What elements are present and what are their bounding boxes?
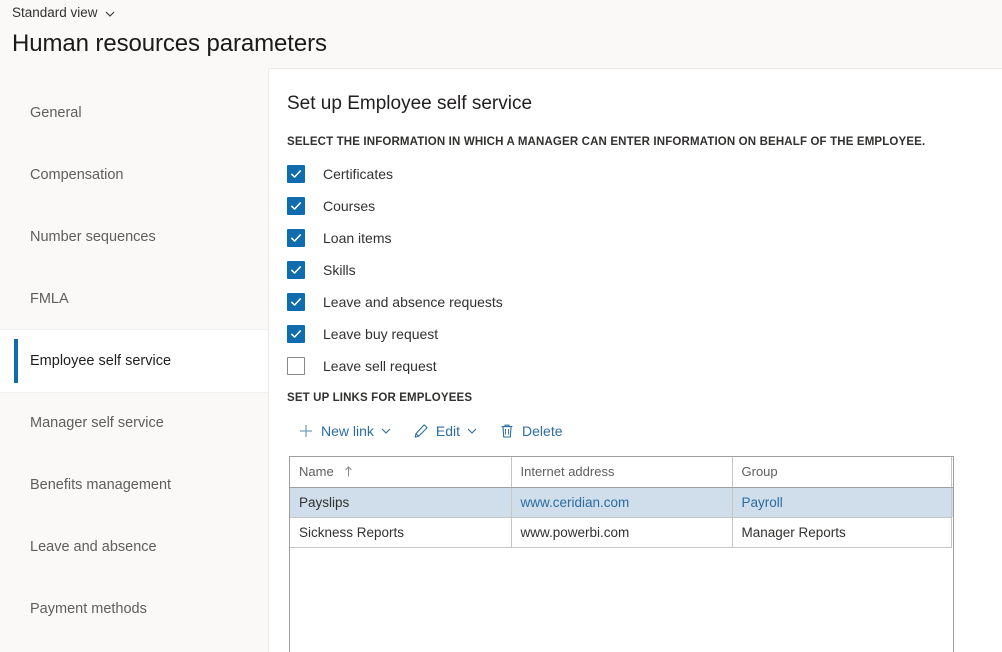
standard-view-label: Standard view xyxy=(12,6,98,20)
standard-view-selector[interactable]: Standard view xyxy=(12,6,115,20)
cell-internet-address[interactable]: www.ceridian.com xyxy=(511,487,732,517)
checkbox-row-skills[interactable]: Skills xyxy=(287,254,978,286)
sidebar-item-payment-methods[interactable]: Payment methods xyxy=(0,578,268,640)
chevron-down-icon xyxy=(381,426,391,436)
delete-button[interactable]: Delete xyxy=(490,417,571,445)
column-header-name[interactable]: Name xyxy=(290,457,511,487)
sort-ascending-icon xyxy=(344,466,353,477)
body-container: General Compensation Number sequences FM… xyxy=(0,68,1002,652)
sidebar-item-label: Employee self service xyxy=(30,353,171,369)
pencil-icon xyxy=(413,423,429,439)
sidebar-item-leave-and-absence[interactable]: Leave and absence xyxy=(0,516,268,578)
checkbox-group-caption: SELECT THE INFORMATION IN WHICH A MANAGE… xyxy=(279,136,978,148)
new-link-label: New link xyxy=(321,422,374,440)
checkbox-label: Leave buy request xyxy=(323,326,438,342)
sidebar-nav: General Compensation Number sequences FM… xyxy=(0,68,268,652)
checkbox-courses[interactable] xyxy=(287,197,305,215)
table-header-row: Name Internet address Group xyxy=(290,457,954,487)
sidebar-item-label: Leave and absence xyxy=(30,539,157,555)
checkbox-label: Leave sell request xyxy=(323,358,437,374)
checkbox-row-loan-items[interactable]: Loan items xyxy=(287,222,978,254)
content-panel: Set up Employee self service SELECT THE … xyxy=(268,68,1002,652)
sidebar-item-employee-self-service[interactable]: Employee self service xyxy=(0,330,268,392)
sidebar-item-number-sequences[interactable]: Number sequences xyxy=(0,206,268,268)
column-header-internet-address[interactable]: Internet address xyxy=(511,457,732,487)
delete-label: Delete xyxy=(522,422,562,440)
checkbox-leave-sell-request[interactable] xyxy=(287,357,305,375)
table-row[interactable]: Payslips www.ceridian.com Payroll xyxy=(290,487,954,517)
sidebar-item-label: Payment methods xyxy=(30,601,147,617)
sidebar-item-label: FMLA xyxy=(30,291,69,307)
links-section-caption: SET UP LINKS FOR EMPLOYEES xyxy=(279,392,978,404)
checkbox-label: Courses xyxy=(323,198,375,214)
sidebar-item-label: Number sequences xyxy=(30,229,156,245)
cell-internet-address[interactable]: www.powerbi.com xyxy=(511,517,732,547)
view-bar: Standard view xyxy=(0,0,1002,26)
cell-group[interactable]: Manager Reports xyxy=(732,517,951,547)
edit-button[interactable]: Edit xyxy=(404,417,486,445)
sidebar-item-label: Benefits management xyxy=(30,477,171,493)
sidebar-item-label: General xyxy=(30,105,82,121)
checkbox-group: Certificates Courses Loan items xyxy=(279,158,978,382)
sidebar-item-general[interactable]: General xyxy=(0,82,268,144)
checkbox-row-leave-buy-request[interactable]: Leave buy request xyxy=(287,318,978,350)
sidebar-item-compensation[interactable]: Compensation xyxy=(0,144,268,206)
sidebar-item-fmla[interactable]: FMLA xyxy=(0,268,268,330)
sidebar-item-manager-self-service[interactable]: Manager self service xyxy=(0,392,268,454)
cell-name[interactable]: Sickness Reports xyxy=(290,517,511,547)
plus-icon xyxy=(298,423,314,439)
table-row[interactable]: Sickness Reports www.powerbi.com Manager… xyxy=(290,517,954,547)
checkbox-label: Leave and absence requests xyxy=(323,294,503,310)
checkbox-leave-and-absence-requests[interactable] xyxy=(287,293,305,311)
column-header-label: Group xyxy=(742,464,778,479)
cell-name[interactable]: Payslips xyxy=(290,487,511,517)
sidebar-item-label: Compensation xyxy=(30,167,124,183)
new-link-button[interactable]: New link xyxy=(289,417,400,445)
checkbox-row-courses[interactable]: Courses xyxy=(287,190,978,222)
checkbox-certificates[interactable] xyxy=(287,165,305,183)
sidebar-item-benefits-management[interactable]: Benefits management xyxy=(0,454,268,516)
checkbox-label: Loan items xyxy=(323,230,391,246)
selection-accent-bar xyxy=(14,339,18,383)
grid-toolbar: New link Edit xyxy=(279,414,978,448)
column-header-group[interactable]: Group xyxy=(732,457,951,487)
chevron-down-icon xyxy=(467,426,477,436)
links-grid: Name Internet address Group xyxy=(289,456,954,652)
checkbox-label: Certificates xyxy=(323,166,393,182)
checkbox-row-leave-sell-request[interactable]: Leave sell request xyxy=(287,350,978,382)
cell-group[interactable]: Payroll xyxy=(732,487,951,517)
sidebar-item-label: Manager self service xyxy=(30,415,164,431)
trash-icon xyxy=(499,423,515,439)
column-header-label: Internet address xyxy=(521,464,615,479)
checkbox-row-certificates[interactable]: Certificates xyxy=(287,158,978,190)
column-header-label: Name xyxy=(299,464,334,479)
checkbox-leave-buy-request[interactable] xyxy=(287,325,305,343)
checkbox-label: Skills xyxy=(323,262,356,278)
checkbox-row-leave-and-absence-requests[interactable]: Leave and absence requests xyxy=(287,286,978,318)
chevron-down-icon xyxy=(105,9,115,19)
links-table: Name Internet address Group xyxy=(290,457,954,548)
page-title: Human resources parameters xyxy=(0,26,1002,60)
checkbox-loan-items[interactable] xyxy=(287,229,305,247)
checkbox-skills[interactable] xyxy=(287,261,305,279)
section-title: Set up Employee self service xyxy=(279,91,978,117)
edit-label: Edit xyxy=(436,422,460,440)
